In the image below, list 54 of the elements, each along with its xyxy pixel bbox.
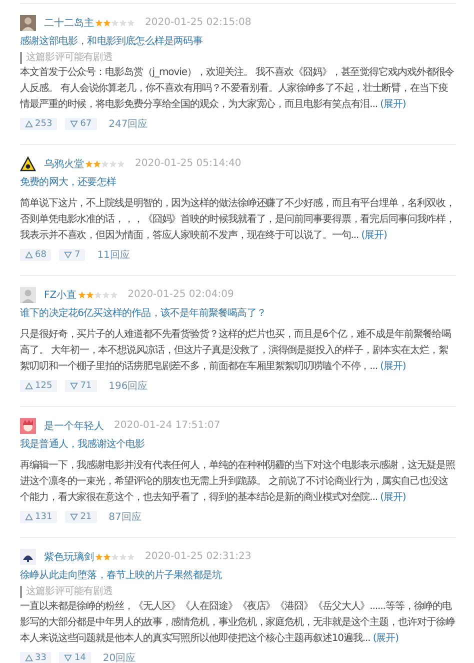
user-name[interactable]: 是一个年轻人 [44,418,104,432]
up-triangle-icon [25,513,33,521]
downvote-button[interactable]: 71 [65,380,97,392]
review-text: 一直以来都是徐峥的粉丝，《无人区》《人在囧途》《夜店》《港囧》《岳父大人》......等等，徐峥的电影写的大部分都是中年男人的故事，感情危机，事业危机，家庭危机，无非就是这个主题，也许对于徐峥本人来说这些问题就是他本人的真实写照所以他即使把这个核心主题再叙述10遍我... (展开) [20,600,456,646]
down-triangle-icon [70,120,78,128]
user-name[interactable]: FZ小直 [44,288,77,302]
review-time: 2020-01-25 02:15:08 [145,17,252,28]
user-name[interactable]: 紫色玩璃剑 [44,550,94,564]
downvote-button[interactable]: 67 [65,118,97,130]
replies-link[interactable]: 247回应 [108,117,148,131]
review-time: 2020-01-24 17:51:07 [114,420,220,431]
up-triangle-icon [25,654,33,662]
user-name[interactable]: 乌鸦火堂 [44,156,84,170]
expand-link[interactable]: (展开) [380,99,406,110]
avatar-icon[interactable] [20,156,36,172]
upvote-button[interactable]: 68 [20,249,52,261]
up-triangle-icon [25,382,33,390]
review-time: 2020-01-25 05:14:40 [135,158,242,169]
user-name[interactable]: 二十二岛主 [44,16,94,30]
upvote-button[interactable]: 253 [20,118,58,130]
replies-link[interactable]: 196回应 [108,379,148,393]
expand-link[interactable]: (展开) [380,361,406,372]
upvote-button[interactable]: 131 [20,511,58,523]
avatar-icon[interactable] [20,548,36,564]
downvote-button[interactable]: 14 [59,652,91,663]
review-text: 简单说下这片，不上院线是明智的，因为这样的做法徐峥还赚了不少好感，而且有平台埋单，名利双收，否则单凭电影水准的话，，，《囧妈》首映的时候我就看了，是问前同事要得票，看完后同事问我咋样，我表示并不喜欢，但因为情面，答应人家映前不发声，现在终于可以说了。一句... (展开) [20,196,456,243]
review-title[interactable]: 我是普通人，我感谢这个电影 [20,438,456,452]
downvote-button[interactable]: 7 [59,249,86,261]
down-triangle-icon [64,251,72,259]
spoiler-notice: 这篇影评可能有剧透 [20,586,456,598]
expand-link[interactable]: (展开) [372,633,398,644]
review-title[interactable]: 感谢这部电影，和电影到底怎么样是两码事 [20,35,456,49]
review-time: 2020-01-25 02:31:23 [145,551,252,562]
spoiler-notice: 这篇影评可能有剧透 [20,52,456,64]
review-title[interactable]: 谁下的决定花6亿买这样的作品，该不是年前聚餐喝高了？ [20,307,456,321]
replies-link[interactable]: 87回应 [108,510,142,524]
review-text: 只是很好奇，买片子的人难道都不先看货验货？这样的烂片也买，而且是6个亿，难不成是年前聚餐给喝高了。 大年初一，本不想说风凉话，但这片子真是没救了，演得倒是挺投入的样子，剧本实在太烂，絮絮叨叨和一个棚子里拍的话痨肥皂剧差不多，前面都在车厢里絮絮叨叨唠嗑个不停，... (展开) [20,328,452,374]
replies-link[interactable]: 11回应 [97,248,130,262]
review-text: 本文首发于公众号：电影岛赏（j_movie），欢迎关注。 我不喜欢《囧妈》，甚至觉得它戏内戏外都很令人反感。 有人会说你算老几，你不喜欢有用吗？不爱看别看。人家徐峥多了不起，壮士断臂，在当下疫情最严重的时候，将电影免费分享给全国的观众，为大家宽心，而且电影有笑点有泪... (展开) [20,66,456,112]
expand-link[interactable]: (展开) [361,230,387,241]
review-title[interactable]: 免费的网大，还要怎样 [20,176,456,190]
up-triangle-icon [25,120,33,128]
upvote-button[interactable]: 125 [20,380,58,392]
down-triangle-icon [70,513,78,521]
upvote-button[interactable]: 33 [20,652,52,663]
downvote-button[interactable]: 21 [65,511,97,523]
review-time: 2020-01-25 02:04:09 [128,289,234,300]
expand-link[interactable]: (展开) [380,492,406,503]
up-triangle-icon [25,251,33,259]
down-triangle-icon [70,382,78,390]
down-triangle-icon [64,654,72,662]
review-text: 再编辑一下，我感谢电影并没有代表任何人，单纯的在种种阴霾的当下对这个电影表示感谢，这无疑是照进这个凛冬的一束光，希望评论的朋友也无需上升到跪舔。 之前说了不讨论商业行为，属实自己也没这个能力，看大家很在意这个，也去知乎看了，得到的基本结论是新的商业模式对垒院... (展开) [20,458,456,505]
review-title[interactable]: 徐峥从此走向堕落，春节上映的片子果然都是坑 [20,569,456,583]
replies-link[interactable]: 20回应 [102,651,136,663]
